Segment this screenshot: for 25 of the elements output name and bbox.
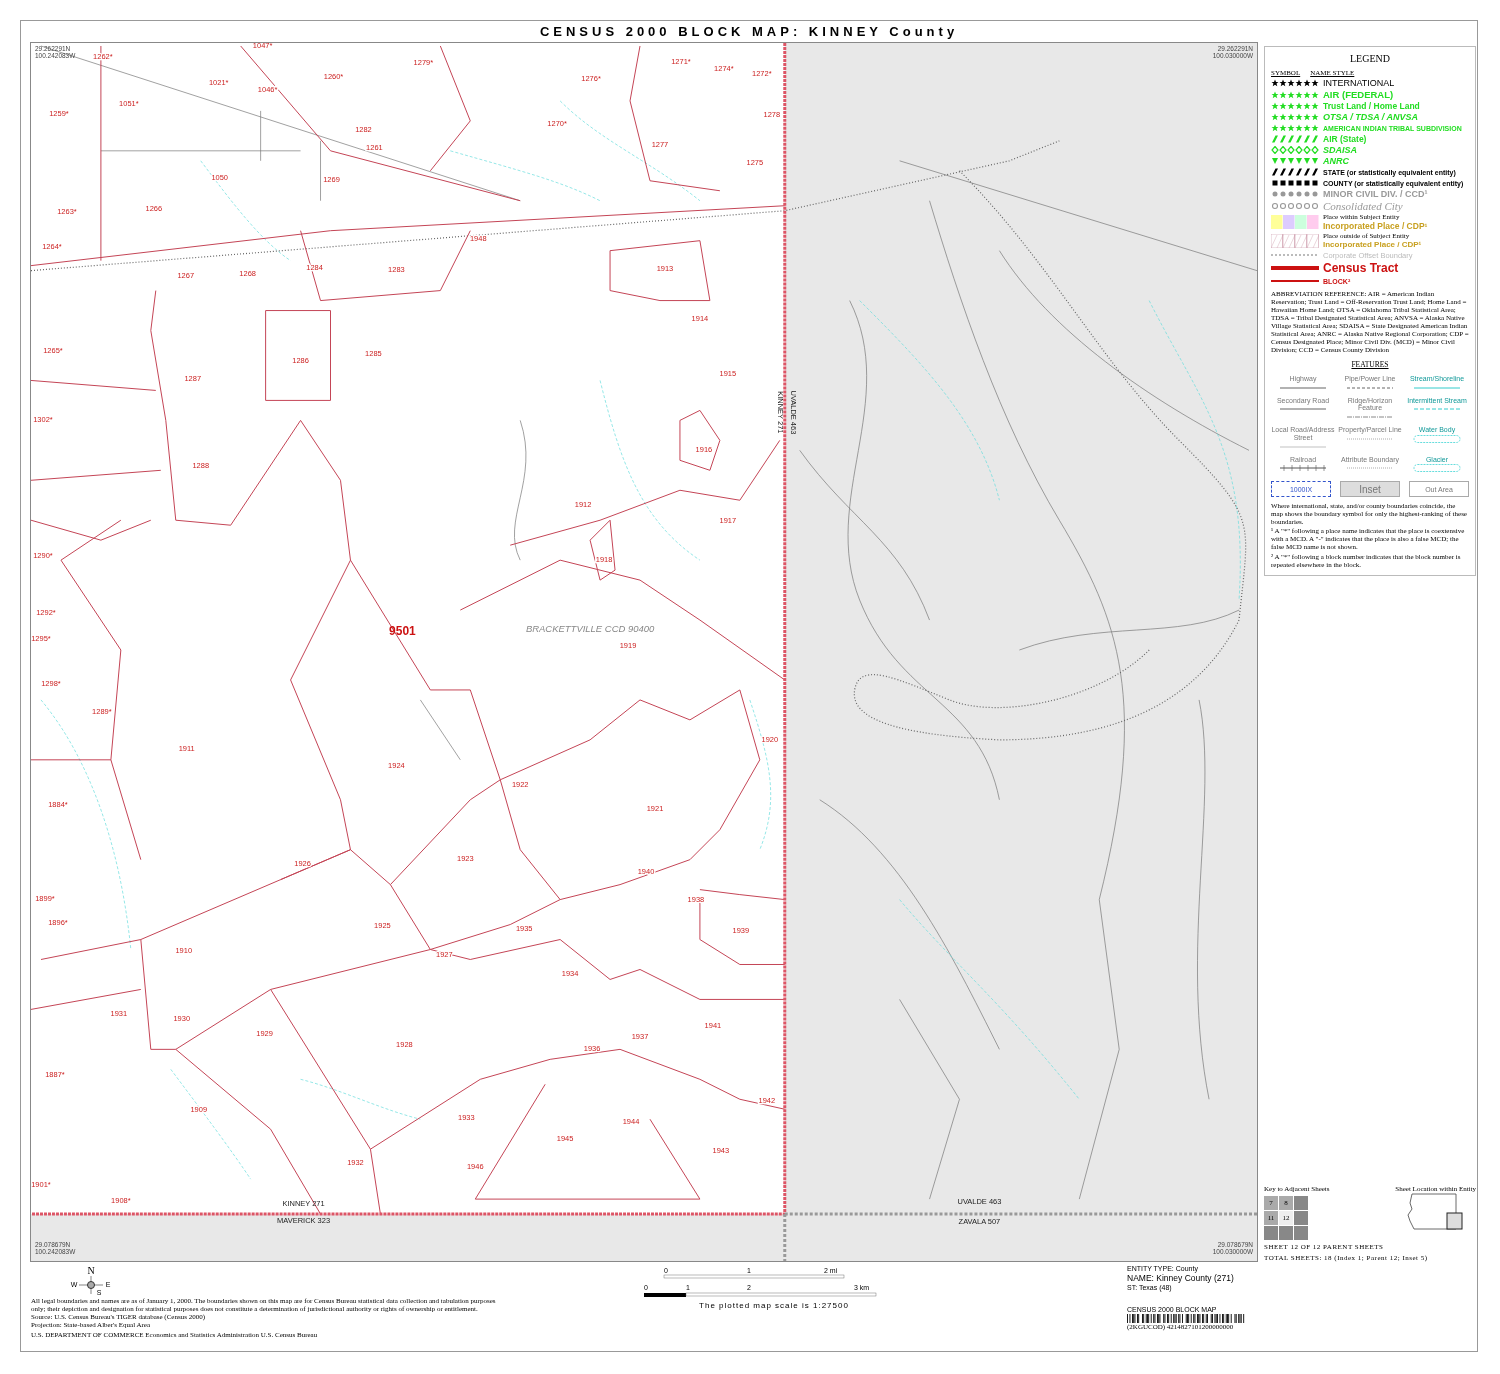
- legend-label: Incorporated Place / CDP¹: [1323, 221, 1428, 232]
- legend-swatch-icon: [1271, 233, 1319, 248]
- legend-label: Consolidated City: [1323, 200, 1403, 212]
- legend-label: AIR (FEDERAL): [1323, 89, 1394, 100]
- legend-swatch-icon: [1271, 215, 1319, 229]
- legend-sample-box: Inset: [1340, 481, 1400, 498]
- feature-symbol-icon: [1412, 464, 1462, 473]
- map-title: CENSUS 2000 BLOCK MAP: KINNEY County: [538, 23, 960, 41]
- legend-label: SDAISA: [1323, 145, 1357, 155]
- legend-label: Incorporated Place / CDP¹: [1323, 240, 1422, 250]
- tract-number-label: 9501: [389, 624, 416, 639]
- legend-label: MINOR CIVIL DIV. / CCD¹: [1323, 189, 1428, 199]
- scale-caption: The plotted map scale is 1:27500: [699, 1301, 849, 1310]
- entity-name: NAME: Kinney County (271): [1127, 1273, 1235, 1284]
- legend-label: INTERNATIONAL: [1323, 78, 1395, 88]
- legend-label: OTSA / TDSA / ANVSA: [1323, 112, 1418, 122]
- feature-symbol-icon: [1412, 434, 1462, 443]
- barcode-icon: [1127, 1314, 1247, 1324]
- legend-title: LEGEND: [1349, 53, 1391, 64]
- feature-symbol-icon: [1278, 464, 1328, 473]
- legend-label: ANRC: [1323, 156, 1349, 166]
- ccd-name-label: BRACKETTVILLE CCD 90400: [525, 623, 655, 635]
- legend-label: Trust Land / Home Land: [1323, 101, 1420, 111]
- legend-label: Census Tract: [1323, 261, 1399, 276]
- legend-label: AIR (State): [1323, 134, 1367, 144]
